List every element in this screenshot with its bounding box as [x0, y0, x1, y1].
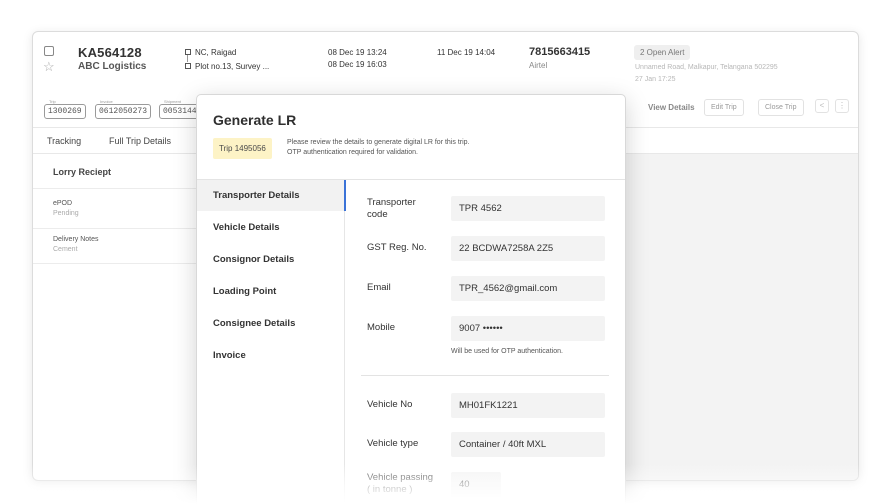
label-line: code [367, 209, 388, 220]
view-details-link[interactable]: View Details [648, 103, 695, 112]
section-nav: Transporter Details Vehicle Details Cons… [197, 180, 346, 504]
chip-label: Trip [48, 99, 57, 104]
route-line [187, 55, 188, 62]
mobile-hint: Will be used for OTP authentication. [451, 348, 563, 355]
divider [33, 263, 203, 264]
end-datetime: 08 Dec 19 16:03 [328, 60, 387, 69]
chip-value: 0612050273 [95, 104, 152, 119]
chip-label: Shipment [163, 99, 182, 104]
route-from: NC, Raigad [195, 48, 237, 57]
epod-label: ePOD [53, 200, 73, 207]
section-divider [361, 375, 609, 376]
company-name: ABC Logistics [78, 61, 147, 72]
trip-badge: Trip 1495056 [213, 138, 272, 159]
alert-time: 27 Jan 17:25 [635, 76, 676, 83]
instruction-line: OTP authentication required for validati… [287, 149, 419, 156]
modal-instructions: Please review the details to generate di… [287, 138, 470, 158]
delivery-notes-value: Cement [53, 246, 78, 253]
epod-status: Pending [53, 210, 79, 217]
delivery-notes-label: Delivery Notes [53, 236, 99, 243]
select-trip-checkbox[interactable] [44, 46, 54, 56]
alert-address: Unnamed Road, Malkapur, Telangana 502295 [635, 64, 778, 71]
transporter-code-label: Transporter code [367, 197, 416, 221]
label-line: ( in tonne ) [367, 484, 413, 495]
route-to: Plot no.13, Survey ... [195, 62, 270, 71]
vehicle-no-label: Vehicle No [367, 399, 413, 410]
nav-consignor-details[interactable]: Consignor Details [197, 244, 345, 275]
divider [33, 228, 203, 229]
nav-consignee-details[interactable]: Consignee Details [197, 308, 345, 339]
transporter-code-field[interactable]: TPR 4562 [451, 196, 605, 221]
driver-phone: 7815663415 [529, 46, 591, 58]
chip-label: Invoice [99, 99, 114, 104]
nav-loading-point[interactable]: Loading Point [197, 276, 345, 307]
nav-vehicle-details[interactable]: Vehicle Details [197, 212, 345, 243]
nav-transporter-details[interactable]: Transporter Details [197, 180, 346, 211]
modal-title: Generate LR [213, 112, 297, 128]
label-line: Transporter [367, 197, 416, 208]
mobile-label: Mobile [367, 322, 395, 333]
instruction-line: Please review the details to generate di… [287, 139, 470, 146]
more-icon[interactable]: ⋮ [835, 99, 849, 113]
close-trip-button[interactable]: Close Trip [758, 99, 804, 116]
email-field[interactable]: TPR_4562@gmail.com [451, 276, 605, 301]
vehicle-passing-field[interactable]: 40 [451, 472, 501, 497]
gst-reg-field[interactable]: 22 BCDWA7258A 2Z5 [451, 236, 605, 261]
tab-full-trip-details[interactable]: Full Trip Details [109, 136, 171, 146]
vehicle-type-field[interactable]: Container / 40ft MXL [451, 432, 605, 457]
start-datetime: 08 Dec 19 13:24 [328, 48, 387, 57]
carrier-name: Airtel [529, 61, 548, 70]
divider [33, 188, 203, 189]
label-line: Vehicle passing [367, 472, 434, 483]
gst-reg-label: GST Reg. No. [367, 242, 427, 253]
share-icon[interactable]: < [815, 99, 829, 113]
invoice-chip: Invoice 0612050273 [95, 99, 152, 119]
vehicle-type-label: Vehicle type [367, 438, 419, 449]
eta-datetime: 11 Dec 19 14:04 [437, 48, 496, 57]
tab-tracking[interactable]: Tracking [47, 136, 81, 146]
route-origin-icon [185, 49, 191, 55]
route-destination-icon [185, 63, 191, 69]
open-alert-badge[interactable]: 2 Open Alert [634, 45, 691, 60]
vehicle-no-field[interactable]: MH01FK1221 [451, 393, 605, 418]
edit-trip-button[interactable]: Edit Trip [704, 99, 744, 116]
vehicle-number: KA564128 [78, 45, 142, 60]
vehicle-passing-label: Vehicle passing ( in tonne ) [367, 472, 433, 496]
content-background [626, 153, 858, 480]
generate-lr-modal: Generate LR Trip 1495056 Please review t… [196, 94, 626, 504]
trip-id-chip: Trip 1300269 [44, 99, 86, 119]
chip-value: 1300269 [44, 104, 86, 119]
left-panel-title: Lorry Reciept [53, 167, 112, 177]
nav-invoice[interactable]: Invoice [197, 340, 345, 371]
screen: ☆ KA564128 ABC Logistics NC, Raigad Plot… [0, 0, 874, 504]
mobile-field[interactable]: 9007 •••••• [451, 316, 605, 341]
star-icon[interactable]: ☆ [43, 60, 55, 73]
email-label: Email [367, 282, 391, 293]
